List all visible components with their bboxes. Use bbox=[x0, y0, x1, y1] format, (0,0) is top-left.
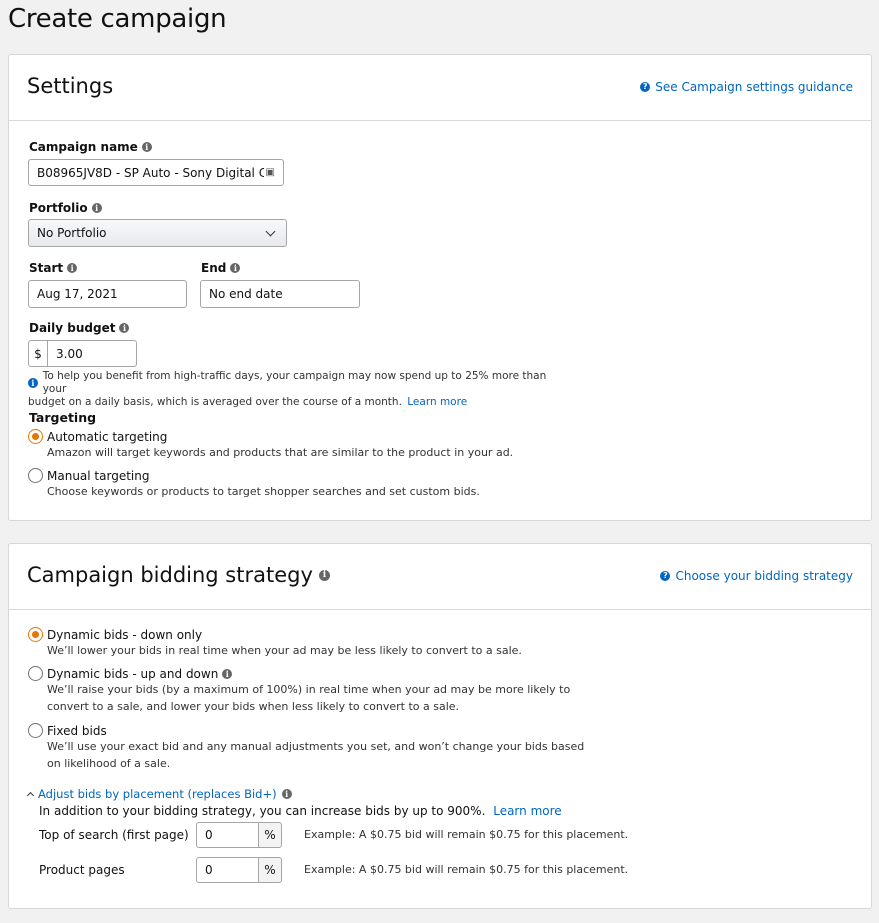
targeting-option-automatic[interactable]: Automatic targeting Amazon will target k… bbox=[28, 429, 513, 461]
up-and-down-desc-line2: convert to a sale, and lower your bids w… bbox=[47, 700, 460, 713]
start-date-value: Aug 17, 2021 bbox=[37, 287, 118, 301]
chevron-up-icon bbox=[26, 791, 35, 799]
end-date-input[interactable]: No end date bbox=[200, 280, 360, 308]
currency-symbol: $ bbox=[29, 341, 48, 366]
down-only-desc: We’ll lower your bids in real time when … bbox=[47, 644, 522, 657]
bid-option-up-and-down[interactable]: Dynamic bids - up and down i We’ll raise … bbox=[28, 666, 570, 715]
targeting-option-manual[interactable]: Manual targeting Choose keywords or prod… bbox=[28, 468, 480, 500]
bid-option-fixed[interactable]: Fixed bids We’ll use your exact bid and … bbox=[28, 723, 584, 772]
info-icon[interactable]: i bbox=[222, 668, 233, 679]
up-and-down-desc-line1: We’ll raise your bids (by a maximum of 1… bbox=[47, 683, 571, 696]
radio-unselected[interactable] bbox=[28, 468, 43, 483]
radio-unselected[interactable] bbox=[28, 723, 43, 738]
manual-targeting-desc: Choose keywords or products to target sh… bbox=[47, 485, 480, 498]
down-only-label: Dynamic bids - down only bbox=[47, 627, 203, 642]
placement-learn-more-link[interactable]: Learn more bbox=[493, 804, 561, 818]
portfolio-select[interactable]: No Portfolio bbox=[28, 219, 287, 247]
info-icon[interactable]: i bbox=[318, 569, 330, 581]
adjust-bids-toggle[interactable]: Adjust bids by placement (replaces Bid+)… bbox=[26, 787, 292, 801]
bidding-title: Campaign bidding strategy i bbox=[27, 563, 330, 587]
placement-row-label: Top of search (first page) bbox=[39, 828, 189, 842]
daily-budget-value: 3.00 bbox=[56, 346, 83, 361]
radio-selected[interactable] bbox=[28, 627, 43, 642]
help-icon: ? bbox=[660, 571, 671, 581]
info-icon[interactable]: i bbox=[119, 323, 130, 333]
product-pages-input[interactable]: 0 % bbox=[196, 857, 282, 883]
fixed-bids-label: Fixed bids bbox=[47, 723, 107, 738]
daily-budget-label: Daily budget i bbox=[29, 321, 130, 335]
bidding-title-text: Campaign bidding strategy bbox=[27, 563, 313, 587]
info-icon[interactable]: i bbox=[281, 789, 292, 799]
up-and-down-label: Dynamic bids - up and down bbox=[47, 666, 219, 681]
fixed-bids-desc-line2: on likelihood of a sale. bbox=[47, 757, 171, 770]
choose-bidding-strategy-link[interactable]: ? Choose your bidding strategy bbox=[660, 569, 853, 583]
fixed-bids-desc-line1: We’ll use your exact bid and any manual … bbox=[47, 740, 585, 753]
product-pages-example: Example: A $0.75 bid will remain $0.75 f… bbox=[304, 863, 629, 876]
portfolio-label-text: Portfolio bbox=[29, 201, 88, 215]
choose-bidding-strategy-text: Choose your bidding strategy bbox=[675, 569, 853, 583]
top-of-search-example: Example: A $0.75 bid will remain $0.75 f… bbox=[304, 828, 629, 841]
portfolio-label: Portfolio i bbox=[29, 201, 102, 215]
product-pages-value[interactable]: 0 bbox=[196, 857, 258, 883]
settings-title-text: Settings bbox=[27, 74, 114, 98]
placement-row-label: Product pages bbox=[39, 863, 125, 877]
start-label-text: Start bbox=[29, 261, 64, 275]
campaign-name-input[interactable]: B08965JV8D - SP Auto - Sony Digital Came… bbox=[28, 159, 284, 186]
automatic-targeting-label: Automatic targeting bbox=[47, 429, 168, 444]
bidding-header: Campaign bidding strategy i ? Choose you… bbox=[9, 544, 871, 610]
chevron-down-icon bbox=[265, 226, 276, 236]
end-label: End i bbox=[201, 261, 241, 275]
page-title: Create campaign bbox=[8, 4, 227, 34]
info-icon: i bbox=[28, 378, 38, 388]
budget-learn-more-link[interactable]: Learn more bbox=[407, 396, 467, 408]
adjust-bids-link[interactable]: Adjust bids by placement (replaces Bid+) bbox=[38, 787, 277, 801]
info-icon[interactable]: i bbox=[67, 263, 78, 273]
budget-note-line1: To help you benefit from high-traffic da… bbox=[42, 370, 547, 395]
start-date-input[interactable]: Aug 17, 2021 bbox=[28, 280, 187, 308]
daily-budget-input[interactable]: $ 3.00 bbox=[28, 340, 137, 367]
end-label-text: End bbox=[201, 261, 227, 275]
campaign-settings-guidance-link[interactable]: ? See Campaign settings guidance bbox=[640, 80, 853, 94]
bidding-strategy-card: Campaign bidding strategy i ? Choose you… bbox=[8, 543, 872, 909]
placement-intro-text: In addition to your bidding strategy, yo… bbox=[39, 804, 486, 818]
settings-header: Settings ? See Campaign settings guidanc… bbox=[9, 55, 871, 121]
percent-addon: % bbox=[258, 857, 282, 883]
settings-title: Settings bbox=[27, 74, 113, 98]
portfolio-value: No Portfolio bbox=[37, 226, 107, 240]
manual-targeting-label: Manual targeting bbox=[47, 468, 150, 483]
info-icon[interactable]: i bbox=[141, 142, 152, 152]
budget-note: i To help you benefit from high-traffic … bbox=[28, 370, 558, 409]
calendar-icon: ▣ bbox=[265, 167, 275, 178]
campaign-name-label-text: Campaign name bbox=[29, 140, 138, 154]
placement-intro: In addition to your bidding strategy, yo… bbox=[39, 804, 562, 818]
settings-card: Settings ? See Campaign settings guidanc… bbox=[8, 54, 872, 521]
top-of-search-value[interactable]: 0 bbox=[196, 822, 258, 848]
daily-budget-label-text: Daily budget bbox=[29, 321, 116, 335]
automatic-targeting-desc: Amazon will target keywords and products… bbox=[47, 446, 514, 459]
percent-addon: % bbox=[258, 822, 282, 848]
help-icon: ? bbox=[640, 82, 651, 92]
campaign-name-label: Campaign name i bbox=[29, 140, 152, 154]
info-icon[interactable]: i bbox=[230, 263, 241, 273]
end-date-placeholder: No end date bbox=[209, 287, 283, 301]
info-icon[interactable]: i bbox=[91, 203, 102, 213]
targeting-label: Targeting bbox=[29, 410, 97, 425]
start-label: Start i bbox=[29, 261, 78, 275]
campaign-settings-guidance-text: See Campaign settings guidance bbox=[655, 80, 853, 94]
budget-note-line2: budget on a daily basis, which is averag… bbox=[28, 396, 402, 408]
radio-selected[interactable] bbox=[28, 429, 43, 444]
top-of-search-input[interactable]: 0 % bbox=[196, 822, 282, 848]
campaign-name-value: B08965JV8D - SP Auto - Sony Digital Came… bbox=[37, 165, 264, 180]
bid-option-down-only[interactable]: Dynamic bids - down only We’ll lower you… bbox=[28, 627, 522, 659]
radio-unselected[interactable] bbox=[28, 666, 43, 681]
